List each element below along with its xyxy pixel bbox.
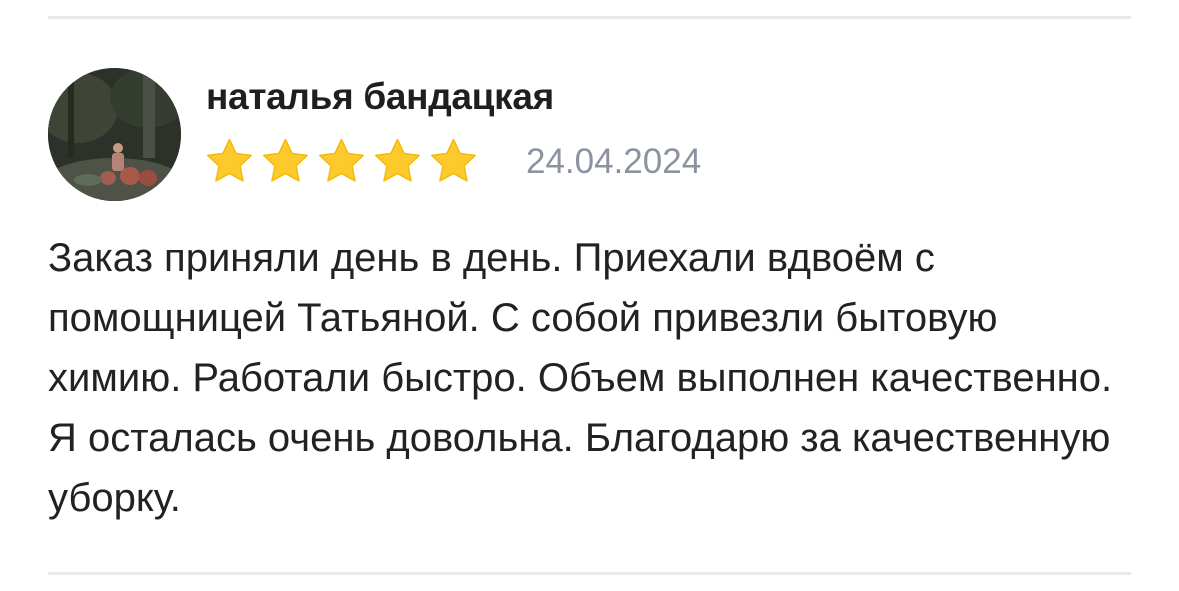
avatar-photo [48,68,181,201]
star-icon [374,138,421,182]
star-icon [318,138,365,182]
rating-stars [204,136,479,187]
bottom-divider [48,572,1131,575]
avatar[interactable] [48,68,181,201]
star-icon [430,138,477,182]
review-date: 24.04.2024 [526,142,702,181]
review-text: Заказ приняли день в день. Приехали вдво… [48,236,1113,520]
star-icon [262,138,309,182]
author-name[interactable]: наталья бандацкая [206,76,554,118]
star-icon [206,138,253,182]
top-divider [48,16,1131,19]
